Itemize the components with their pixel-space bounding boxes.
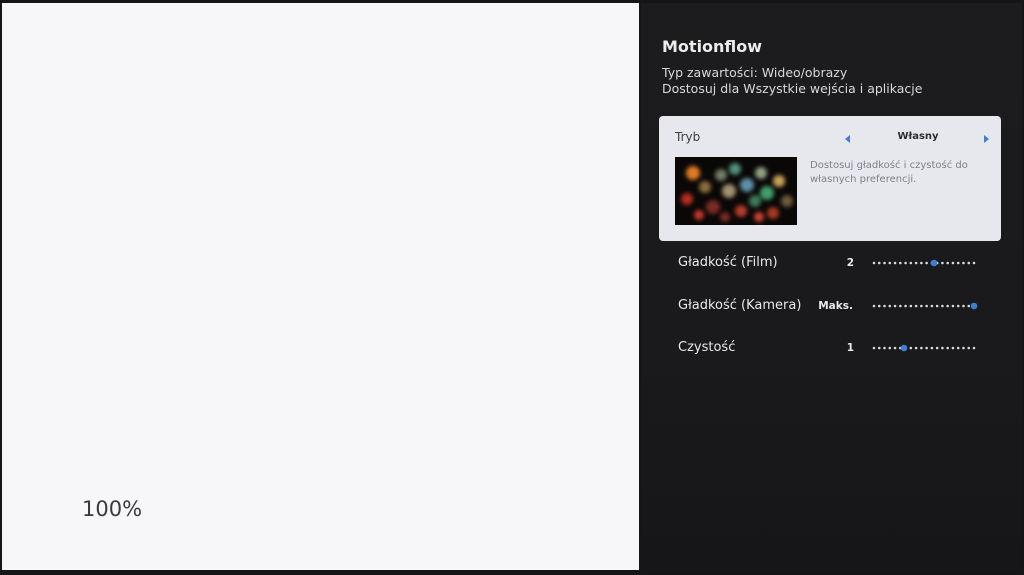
setting-label: Czystość [678, 340, 736, 355]
panel-title: Motionflow [662, 37, 763, 56]
mode-description: Dostosuj gładkość i czystość do własnych… [810, 160, 968, 185]
content-type-label: Typ zawartości: Wideo/obrazy [662, 65, 848, 80]
slider-tick [962, 261, 965, 265]
slider-tick [904, 304, 907, 308]
setting-label: Gładkość (Film) [678, 255, 778, 270]
slider-tick [946, 261, 949, 265]
slider-tick [899, 304, 902, 308]
slider-tick [883, 304, 886, 308]
slider-tick [872, 304, 876, 308]
slider-tick [893, 261, 897, 265]
slider-tick [909, 304, 913, 308]
slider-tick [951, 346, 955, 350]
slider-tick [946, 304, 949, 308]
smoothness-camera-slider[interactable] [870, 298, 980, 314]
slider-tick [967, 346, 971, 350]
mode-label: Tryb [675, 130, 701, 144]
mode-value: Własny [897, 131, 939, 142]
slider-tick [951, 304, 955, 308]
settings-panel: Motionflow Typ zawartości: Wideo/obrazy … [641, 3, 1022, 570]
chevron-left-icon[interactable] [845, 135, 850, 143]
slider-tick [962, 304, 965, 308]
slider-tick [925, 304, 928, 308]
slider-tick [883, 346, 886, 350]
slider-tick [956, 261, 960, 265]
slider-tick [930, 346, 934, 350]
slider-tick [920, 261, 923, 265]
smoothness-film-slider[interactable] [870, 255, 980, 271]
setting-value: Maks. [818, 300, 853, 312]
slider-tick [920, 346, 923, 350]
setting-label: Gładkość (Kamera) [678, 298, 802, 313]
slider-knob[interactable] [930, 259, 938, 267]
slider-tick [925, 346, 928, 350]
slider-tick [883, 261, 886, 265]
slider-tick [925, 261, 928, 265]
slider-tick [941, 346, 944, 350]
preview-area: 100% [2, 3, 639, 570]
slider-tick [914, 346, 918, 350]
slider-tick [967, 304, 971, 308]
slider-tick [893, 304, 897, 308]
slider-tick [941, 261, 944, 265]
slider-tick [956, 304, 960, 308]
slider-tick [967, 261, 971, 265]
slider-tick [914, 261, 918, 265]
tv-screen: 100% Motionflow Typ zawartości: Wideo/ob… [0, 0, 1024, 575]
slider-knob[interactable] [900, 344, 908, 352]
slider-tick [909, 261, 913, 265]
apply-to-label: Dostosuj dla Wszystkie wejścia i aplikac… [662, 81, 923, 96]
slider-tick [972, 261, 976, 265]
setting-row-clarity[interactable]: Czystość 1 [641, 333, 1022, 363]
slider-tick [935, 346, 939, 350]
slider-tick [877, 261, 881, 265]
slider-tick [920, 304, 923, 308]
slider-tick [888, 261, 892, 265]
mode-preview-thumbnail [675, 157, 797, 225]
slider-tick [904, 261, 907, 265]
slider-tick [930, 304, 934, 308]
slider-tick [946, 346, 949, 350]
slider-tick [951, 261, 955, 265]
slider-tick [956, 346, 960, 350]
slider-tick [877, 304, 881, 308]
slider-tick [962, 346, 965, 350]
slider-tick [909, 346, 913, 350]
mode-card[interactable]: Tryb Własny Dostosuj gładkość i czystość… [659, 116, 1001, 241]
slider-tick [935, 304, 939, 308]
slider-knob[interactable] [970, 302, 978, 310]
slider-tick [888, 304, 892, 308]
slider-tick [877, 346, 881, 350]
slider-tick [914, 304, 918, 308]
slider-tick [893, 346, 897, 350]
setting-value: 2 [846, 257, 854, 269]
slider-tick [941, 304, 944, 308]
slider-tick [972, 346, 976, 350]
setting-value: 1 [846, 342, 854, 354]
slider-tick [872, 346, 876, 350]
slider-tick [888, 346, 892, 350]
slider-tick [872, 261, 876, 265]
slider-tick [899, 261, 902, 265]
setting-row-smoothness-camera[interactable]: Gładkość (Kamera) Maks. [641, 291, 1022, 321]
chevron-right-icon[interactable] [984, 135, 989, 143]
clarity-slider[interactable] [870, 340, 980, 356]
percent-label: 100% [82, 497, 143, 521]
setting-row-smoothness-film[interactable]: Gładkość (Film) 2 [641, 248, 1022, 278]
